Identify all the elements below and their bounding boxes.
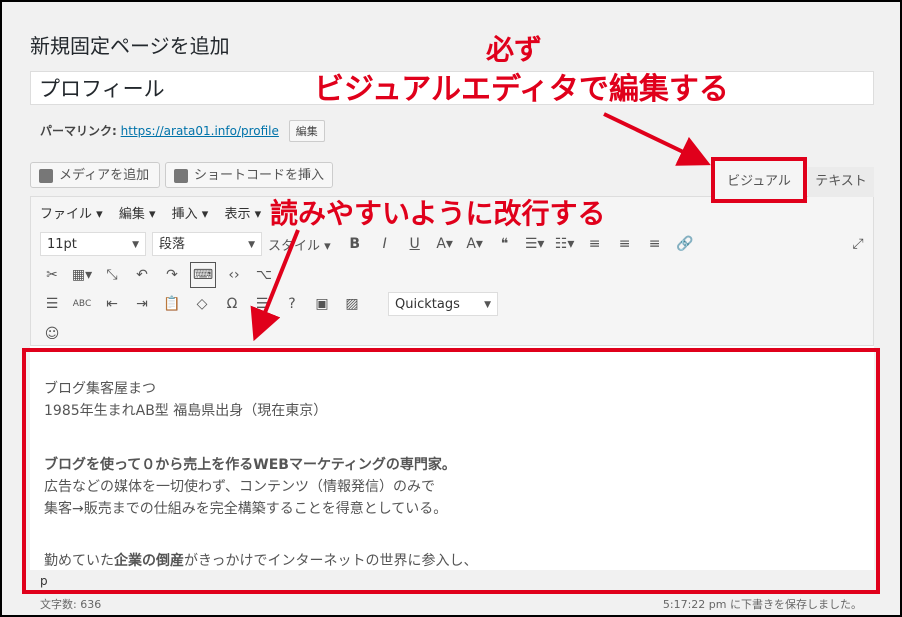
numbered-list-icon[interactable]: ☷▾ [553,232,577,256]
align-right-icon[interactable]: ≡ [643,232,667,256]
save-status: 5:17:22 pm に下書きを保存しました。 [662,598,862,611]
align-center-icon[interactable]: ≡ [613,232,637,256]
bullet-list-icon[interactable]: ☰▾ [523,232,547,256]
menu-file[interactable]: ファイル ▾ [40,207,103,222]
annotation-must: 必ず [486,33,543,66]
media-icon [39,168,53,183]
special-char-icon[interactable]: Ω [220,292,244,316]
annotation-content-box [22,348,880,594]
editor-menubar: ファイル ▾ 編集 ▾ 挿入 ▾ 表示 ▾ [40,203,273,222]
style-menu[interactable]: スタイル ▾ [268,235,331,254]
quicktags-select[interactable]: Quicktags [388,292,498,317]
permalink-label: パーマリンク: [40,124,117,138]
annotation-visual-tab-box [711,157,807,203]
menu-edit[interactable]: 編集 ▾ [119,207,156,222]
code-icon[interactable]: ‹› [222,263,246,287]
add-media-label: メディアを追加 [59,168,150,183]
toolbar-row-3: ☰ ABC ⇤ ⇥ 📋 ◇ Ω ☰ ? ▣ ▨ [40,292,370,316]
link-icon[interactable]: 🔗 [673,232,697,256]
shortcode-icon [174,168,188,183]
video-icon[interactable]: ▣ [310,292,334,316]
tab-text[interactable]: テキスト [808,167,874,197]
emoji-icon[interactable]: ☺ [40,322,64,346]
toolbar-fullscreen: ⤢ [846,232,876,256]
word-count: 文字数: 636 [40,598,102,611]
indent-icon[interactable]: ⇥ [130,292,154,316]
annotation-visual-editor: ビジュアルエディタで編集する [314,72,729,107]
blockquote-icon[interactable]: ❝ [493,232,517,256]
align-left-icon[interactable]: ≡ [583,232,607,256]
font-size-select[interactable]: 11pt [40,232,146,257]
text-color-icon[interactable]: A▾ [433,232,457,256]
more-icon[interactable]: ☰ [250,292,274,316]
bold-icon[interactable]: B [343,232,367,256]
permalink-link[interactable]: https://arata01.info/profile [121,124,279,138]
paste-text-icon[interactable]: 📋 [160,292,184,316]
clear-format-icon[interactable]: ◇ [190,292,214,316]
toolbar-row-1: 11pt 段落 スタイル ▾ B I U A▾ A▾ ❝ ☰▾ ☷▾ ≡ ≡ ≡… [40,232,703,257]
toolbar-row-4: ☺ [40,322,70,346]
outdent-icon[interactable]: ⇤ [100,292,124,316]
keyboard-icon[interactable]: ⌨ [190,262,216,288]
annotation-newline: 読みやすいように改行する [270,197,606,230]
insert-shortcode-label: ショートコードを挿入 [194,168,325,183]
unlink-icon[interactable]: ✂ [40,263,64,287]
undo-icon[interactable]: ↶ [130,263,154,287]
page-title: 新規固定ページを追加 [30,34,230,58]
redo-icon[interactable]: ↷ [160,263,184,287]
paragraph-select[interactable]: 段落 [152,232,262,257]
italic-icon[interactable]: I [373,232,397,256]
underline-icon[interactable]: U [403,232,427,256]
insert-shortcode-button[interactable]: ショートコードを挿入 [165,162,333,188]
image-icon[interactable]: ▨ [340,292,364,316]
menu-insert[interactable]: 挿入 ▾ [172,207,209,222]
add-media-button[interactable]: メディアを追加 [30,162,160,188]
toolbar-row-2: ✂ ▦▾ ⤡ ↶ ↷ ⌨ ‹› ⌥ [40,262,282,288]
embed-icon[interactable]: ⌥ [252,263,276,287]
expand-icon[interactable]: ⤡ [100,263,124,287]
permalink-edit-button[interactable]: 編集 [288,120,325,142]
strikethrough-icon[interactable]: ABC [70,292,94,316]
background-color-icon[interactable]: A▾ [463,232,487,256]
menu-view[interactable]: 表示 ▾ [224,207,261,222]
horizontal-line-icon[interactable]: ☰ [40,292,64,316]
permalink-row: パーマリンク: https://arata01.info/profile 編集 [40,120,325,142]
table-icon[interactable]: ▦▾ [70,263,94,287]
help-icon[interactable]: ? [280,292,304,316]
fullscreen-icon[interactable]: ⤢ [846,232,870,256]
